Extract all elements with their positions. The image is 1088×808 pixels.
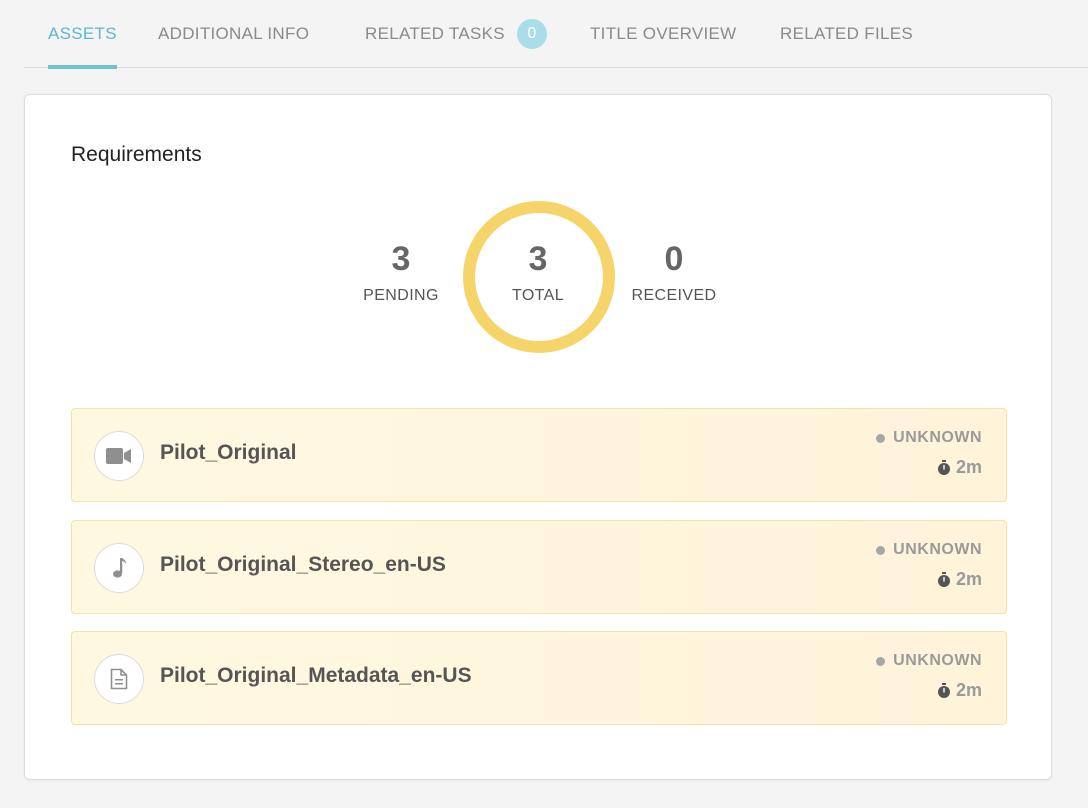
pending-stat: 3 PENDING [341, 237, 461, 305]
asset-name[interactable]: Pilot_Original_Metadata_en-US [160, 664, 472, 688]
asset-row[interactable]: Pilot_Original UNKNOWN 2m [71, 408, 1007, 502]
asset-time: 2m [937, 569, 982, 590]
requirements-title: Requirements [71, 143, 202, 166]
asset-time: 2m [937, 457, 982, 478]
asset-row[interactable]: Pilot_Original_Metadata_en-US UNKNOWN 2m [71, 631, 1007, 725]
stopwatch-icon [937, 459, 950, 475]
pending-label: PENDING [363, 287, 439, 304]
asset-status: UNKNOWN [876, 541, 982, 559]
asset-name[interactable]: Pilot_Original_Stereo_en-US [160, 553, 446, 577]
pending-count: 3 [391, 240, 411, 278]
received-count: 0 [664, 240, 684, 278]
status-dot-icon [876, 656, 886, 666]
total-count: 3 [528, 240, 548, 278]
asset-name[interactable]: Pilot_Original [160, 441, 297, 465]
tab-bar: ASSETS ADDITIONAL INFO RELATED TASKS 0 T… [24, 0, 1088, 69]
tab-title-overview[interactable]: TITLE OVERVIEW [590, 0, 737, 68]
tab-label: ASSETS [48, 24, 117, 43]
asset-status-label: UNKNOWN [893, 541, 982, 558]
asset-row[interactable]: Pilot_Original_Stereo_en-US UNKNOWN 2m [71, 520, 1007, 614]
tab-label: RELATED FILES [780, 24, 914, 43]
related-tasks-count-badge: 0 [516, 19, 547, 49]
asset-time: 2m [937, 680, 982, 701]
status-dot-icon [876, 545, 886, 555]
requirements-card: Requirements 3 PENDING 3 TOTAL 0 RECEIVE… [24, 94, 1052, 780]
asset-status: UNKNOWN [876, 652, 982, 670]
asset-time-label: 2m [955, 569, 982, 589]
tab-related-tasks[interactable]: RELATED TASKS 0 [365, 0, 547, 68]
music-note-icon [94, 543, 144, 593]
asset-status-label: UNKNOWN [893, 429, 982, 446]
tab-label: RELATED TASKS [365, 24, 505, 43]
received-stat: 0 RECEIVED [614, 237, 734, 305]
stopwatch-icon [937, 571, 950, 587]
asset-status: UNKNOWN [876, 429, 982, 447]
asset-time-label: 2m [955, 680, 982, 700]
total-stat: 3 TOTAL [478, 237, 598, 305]
tab-assets[interactable]: ASSETS [48, 0, 117, 69]
tab-label: ADDITIONAL INFO [158, 24, 310, 43]
asset-status-label: UNKNOWN [893, 652, 982, 669]
status-dot-icon [876, 433, 886, 443]
received-label: RECEIVED [631, 287, 717, 304]
tab-related-files[interactable]: RELATED FILES [780, 0, 913, 68]
stopwatch-icon [937, 682, 950, 698]
tab-additional-info[interactable]: ADDITIONAL INFO [158, 0, 309, 68]
asset-time-label: 2m [955, 457, 982, 477]
total-label: TOTAL [511, 287, 565, 304]
tab-label: TITLE OVERVIEW [590, 24, 737, 43]
document-icon [94, 654, 144, 704]
video-camera-icon [94, 431, 144, 481]
